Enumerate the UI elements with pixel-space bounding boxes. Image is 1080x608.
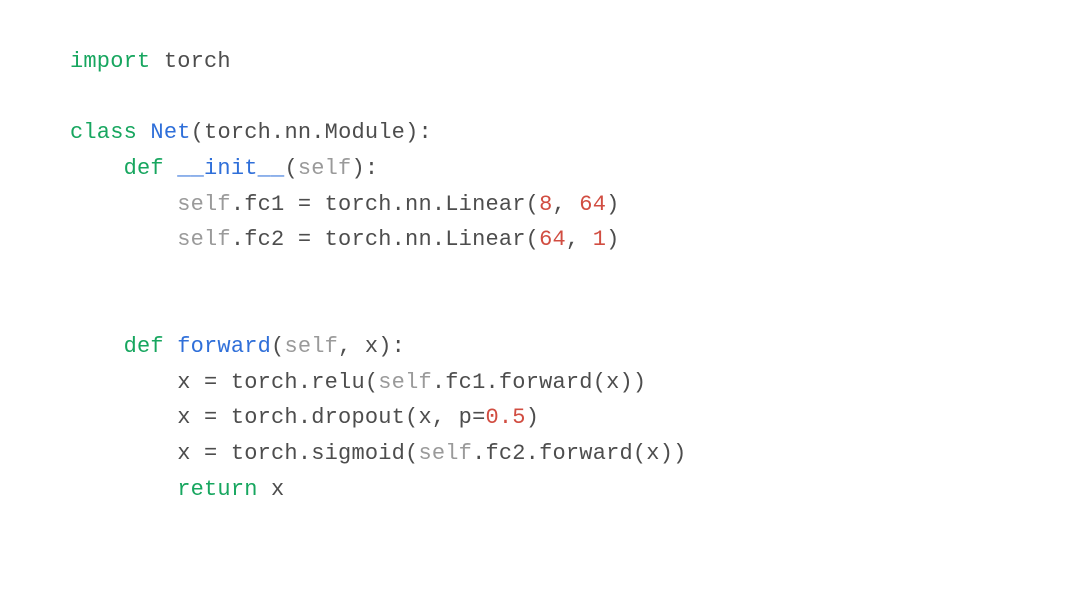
code-token: (	[284, 156, 297, 181]
code-token: self	[378, 370, 432, 395]
code-token: x = torch.dropout(x, p=	[177, 405, 485, 430]
code-token: (torch.nn.Module):	[191, 120, 432, 145]
code-token: ):	[351, 156, 378, 181]
code-token: self	[418, 441, 472, 466]
code-token: .fc2 = torch.nn.Linear(	[231, 227, 539, 252]
code-token: def	[124, 334, 178, 359]
indent	[70, 477, 177, 502]
code-token: .fc1 = torch.nn.Linear(	[231, 192, 539, 217]
code-token: (	[271, 334, 284, 359]
code-line	[70, 80, 1010, 116]
code-token: 8	[539, 192, 552, 217]
code-line: self.fc2 = torch.nn.Linear(64, 1)	[70, 222, 1010, 258]
code-token: def	[124, 156, 178, 181]
code-token: , x):	[338, 334, 405, 359]
indent	[70, 334, 124, 359]
code-token: )	[606, 227, 619, 252]
code-line: def __init__(self):	[70, 151, 1010, 187]
code-token: .fc2.forward(x))	[472, 441, 686, 466]
code-token: )	[526, 405, 539, 430]
indent	[70, 227, 177, 252]
indent	[70, 192, 177, 217]
code-line: class Net(torch.nn.Module):	[70, 115, 1010, 151]
code-token: return	[177, 477, 271, 502]
code-token: ,	[552, 192, 579, 217]
code-line: x = torch.relu(self.fc1.forward(x))	[70, 365, 1010, 401]
indent	[70, 370, 177, 395]
code-token: x = torch.sigmoid(	[177, 441, 418, 466]
code-token: 64	[579, 192, 606, 217]
code-token: 0.5	[485, 405, 525, 430]
code-token: self	[177, 192, 231, 217]
code-token: 64	[539, 227, 566, 252]
indent	[70, 405, 177, 430]
indent	[70, 441, 177, 466]
code-token: __init__	[177, 156, 284, 181]
code-line: import torch	[70, 44, 1010, 80]
code-token: Net	[150, 120, 190, 145]
code-line: x = torch.sigmoid(self.fc2.forward(x))	[70, 436, 1010, 472]
code-token: )	[606, 192, 619, 217]
code-token: class	[70, 120, 150, 145]
code-token: forward	[177, 334, 271, 359]
code-token: x	[271, 477, 284, 502]
code-token: self	[298, 156, 352, 181]
code-token: import	[70, 49, 164, 74]
code-token: self	[284, 334, 338, 359]
code-line: self.fc1 = torch.nn.Linear(8, 64)	[70, 187, 1010, 223]
code-token: ,	[566, 227, 593, 252]
code-token: .fc1.forward(x))	[432, 370, 646, 395]
code-token: self	[177, 227, 231, 252]
code-line: def forward(self, x):	[70, 329, 1010, 365]
code-line	[70, 258, 1010, 294]
code-line: x = torch.dropout(x, p=0.5)	[70, 400, 1010, 436]
code-line	[70, 293, 1010, 329]
code-line: return x	[70, 472, 1010, 508]
code-token: torch	[164, 49, 231, 74]
indent	[70, 156, 124, 181]
code-token: x = torch.relu(	[177, 370, 378, 395]
code-block: import torch class Net(torch.nn.Module):…	[0, 0, 1080, 551]
code-token: 1	[593, 227, 606, 252]
